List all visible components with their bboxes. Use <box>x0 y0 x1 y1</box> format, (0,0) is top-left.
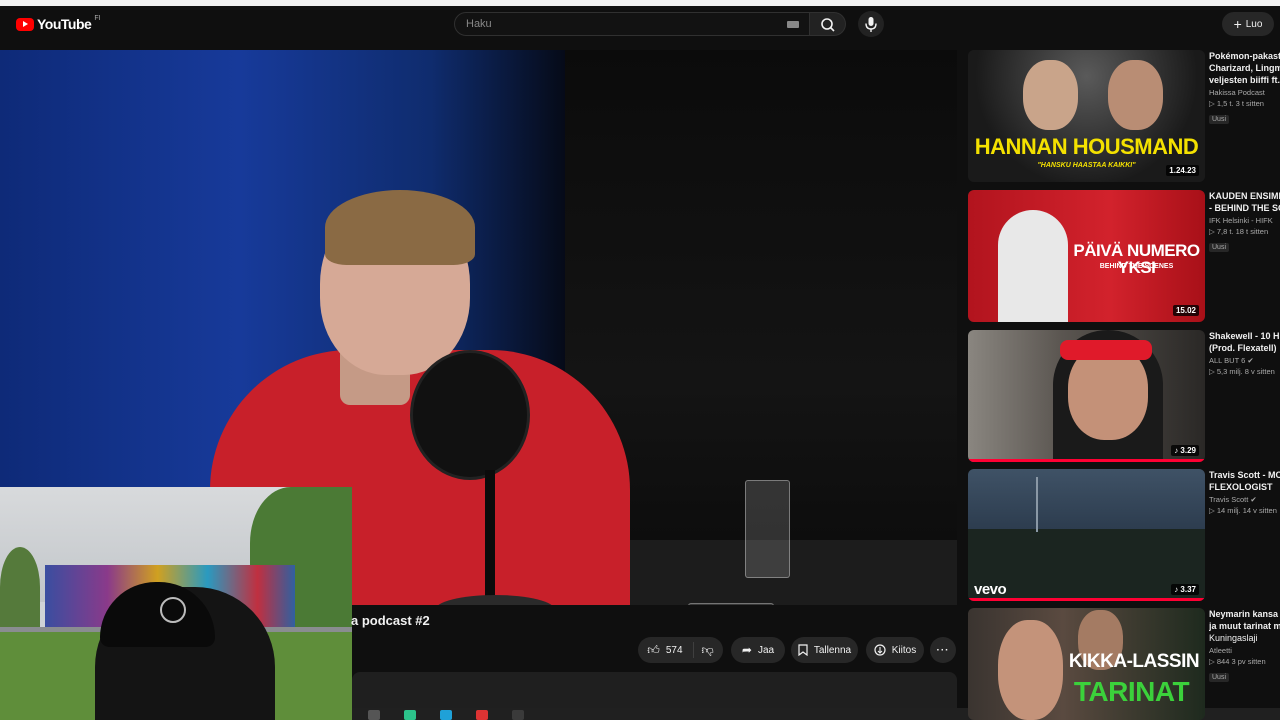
recommendation-title: Charizard, Lingm <box>1209 63 1280 73</box>
video-thumbnail[interactable]: vevo ♪ 3.37 <box>968 469 1205 601</box>
view-stats: ▷ 1,5 t. 3 t sitten <box>1209 99 1264 108</box>
video-duration: ♪ 3.37 <box>1171 584 1199 595</box>
more-icon: ··· <box>936 644 950 656</box>
recommendation-title: Shakewell - 10 H <box>1209 331 1280 341</box>
thumbs-up-icon: 👍︎ <box>647 643 660 657</box>
recommendation-title: Neymarin kansa <box>1209 609 1279 619</box>
keyboard-icon[interactable] <box>787 21 799 28</box>
video-duration: 15.02 <box>1172 305 1199 316</box>
recommendation-title: Kuningaslaji <box>1209 633 1258 643</box>
new-badge: Uusi <box>1209 243 1230 252</box>
recommendation-item[interactable]: ♪ 3.29 Shakewell - 10 H (Prod. Flexatell… <box>968 330 1280 462</box>
taskbar-app-icon[interactable] <box>512 710 524 720</box>
thumb-subtitle: BEHIND THE SCENES <box>1099 263 1174 270</box>
like-dislike-group: 👍︎ 574 👎︎ <box>638 637 723 663</box>
recommendation-item[interactable]: KIKKA-LASSIN TARINAT Neymarin kansa ja m… <box>968 608 1280 720</box>
recommendation-item[interactable]: PÄIVÄ NUMERO YKSI BEHIND THE SCENES 15.0… <box>968 190 1280 322</box>
plus-icon: + <box>1233 16 1242 32</box>
channel-name[interactable]: IFK Helsinki - HIFK <box>1209 216 1280 225</box>
channel-name[interactable]: Atleetti <box>1209 646 1280 655</box>
youtube-logo[interactable]: YouTube FI <box>16 14 101 32</box>
more-actions-button[interactable]: ··· <box>930 637 956 663</box>
search-icon <box>821 18 835 32</box>
recommendation-meta: KAUDEN ENSIMM - BEHIND THE SC IFK Helsin… <box>1209 190 1280 254</box>
voice-search-button[interactable] <box>858 11 884 37</box>
red-sunglasses <box>1060 340 1152 360</box>
new-badge: Uusi <box>1209 673 1230 682</box>
recommendation-title: ja muut tarinat m <box>1209 621 1280 631</box>
recommendation-title: veljesten biiffi ft. <box>1209 75 1280 85</box>
recommendation-item[interactable]: vevo ♪ 3.37 Travis Scott - MC FLEXOLOGIS… <box>968 469 1280 601</box>
recommendation-meta: Pokémon-pakast Charizard, Lingm veljeste… <box>1209 50 1280 126</box>
youtube-play-icon <box>16 17 34 31</box>
video-duration: 1.24.23 <box>1166 165 1199 176</box>
water-glass-front <box>688 603 774 605</box>
like-button[interactable]: 👍︎ 574 <box>647 642 694 658</box>
search-input[interactable] <box>466 13 776 35</box>
taskbar-app-icon[interactable] <box>368 710 380 720</box>
description-box[interactable] <box>352 672 957 708</box>
thumbs-down-icon[interactable]: 👎︎ <box>700 644 714 656</box>
watch-progress <box>968 598 1205 601</box>
power-pylon <box>1036 477 1038 532</box>
thumb-headline: HANNAN HOUSMAND <box>974 134 1199 159</box>
verified-icon: ✔ <box>1250 495 1257 504</box>
view-stats: ▷ 14 milj. 14 v sitten <box>1209 506 1277 515</box>
taskbar-app-icon[interactable] <box>404 710 416 720</box>
microphone-icon <box>865 17 877 32</box>
channel-name[interactable]: Hakissa Podcast <box>1209 88 1280 97</box>
thumb-headline: KIKKA-LASSIN <box>1068 651 1200 672</box>
recommendation-meta: Travis Scott - MC FLEXOLOGIST Travis Sco… <box>1209 469 1280 515</box>
new-badge: Uusi <box>1209 115 1230 124</box>
masthead: YouTube FI + Luo <box>0 6 1280 42</box>
like-count: 574 <box>665 644 683 656</box>
thumb-headline: PÄIVÄ NUMERO YKSI <box>1073 241 1200 277</box>
view-stats: ▷ 7,8 t. 18 t sitten <box>1209 227 1269 236</box>
recommendation-title: FLEXOLOGIST <box>1209 482 1273 492</box>
recommendation-title: (Prod. Flexatell) <box>1209 343 1277 353</box>
create-button[interactable]: + Luo <box>1222 12 1274 36</box>
recommendation-meta: Shakewell - 10 H (Prod. Flexatell) ALL B… <box>1209 330 1280 376</box>
share-button[interactable]: ➦ Jaa <box>731 637 785 663</box>
webcam-overlay <box>0 487 352 720</box>
create-label: Luo <box>1245 18 1263 30</box>
channel-name[interactable]: ALL BUT 6 ✔ <box>1209 356 1280 365</box>
save-button[interactable]: Tallenna <box>791 637 858 663</box>
view-stats: ▷ 5,3 milj. 8 v sitten <box>1209 367 1275 376</box>
podcast-microphone <box>410 350 530 480</box>
country-code: FI <box>94 14 101 22</box>
share-label: Jaa <box>757 644 775 656</box>
recommendation-title: KAUDEN ENSIMM <box>1209 191 1280 201</box>
recommendation-item[interactable]: HANNAN HOUSMAND "HANSKU HAASTAA KAIKKI" … <box>968 50 1280 182</box>
recommendation-title: Travis Scott - MC <box>1209 470 1280 480</box>
recommendations-sidebar: HANNAN HOUSMAND "HANSKU HAASTAA KAIKKI" … <box>968 50 1280 720</box>
video-duration: ♪ 3.29 <box>1171 445 1199 456</box>
video-thumbnail[interactable]: HANNAN HOUSMAND "HANSKU HAASTAA KAIKKI" … <box>968 50 1205 182</box>
video-thumbnail[interactable]: KIKKA-LASSIN TARINAT <box>968 608 1205 720</box>
video-thumbnail[interactable]: ♪ 3.29 <box>968 330 1205 462</box>
channel-name[interactable]: Travis Scott ✔ <box>1209 495 1280 504</box>
thanks-button[interactable]: Kiitos <box>866 637 924 663</box>
share-icon: ➦ <box>741 643 752 657</box>
recommendation-title: Pokémon-pakast <box>1209 51 1280 61</box>
view-stats: ▷ 844 3 pv sitten <box>1209 657 1266 666</box>
thumb-subtitle: TARINAT <box>1073 676 1190 707</box>
bookmark-icon <box>798 644 808 656</box>
verified-icon: ✔ <box>1247 356 1254 365</box>
thanks-icon <box>874 644 886 656</box>
video-thumbnail[interactable]: PÄIVÄ NUMERO YKSI BEHIND THE SCENES 15.0… <box>968 190 1205 322</box>
taskbar-app-icon[interactable] <box>476 710 488 720</box>
taskbar-app-icon[interactable] <box>440 710 452 720</box>
search-box <box>454 12 810 36</box>
thanks-label: Kiitos <box>891 644 917 656</box>
water-glass <box>745 480 790 578</box>
video-title: a podcast #2 <box>351 613 430 628</box>
watch-progress <box>968 459 1205 462</box>
logo-text: YouTube <box>37 16 92 32</box>
recommendation-meta: Neymarin kansa ja muut tarinat m Kuninga… <box>1209 608 1280 684</box>
save-label: Tallenna <box>813 644 852 656</box>
recommendation-title: - BEHIND THE SC <box>1209 203 1280 213</box>
vevo-logo: vevo <box>974 581 1007 598</box>
search-button[interactable] <box>810 12 846 36</box>
